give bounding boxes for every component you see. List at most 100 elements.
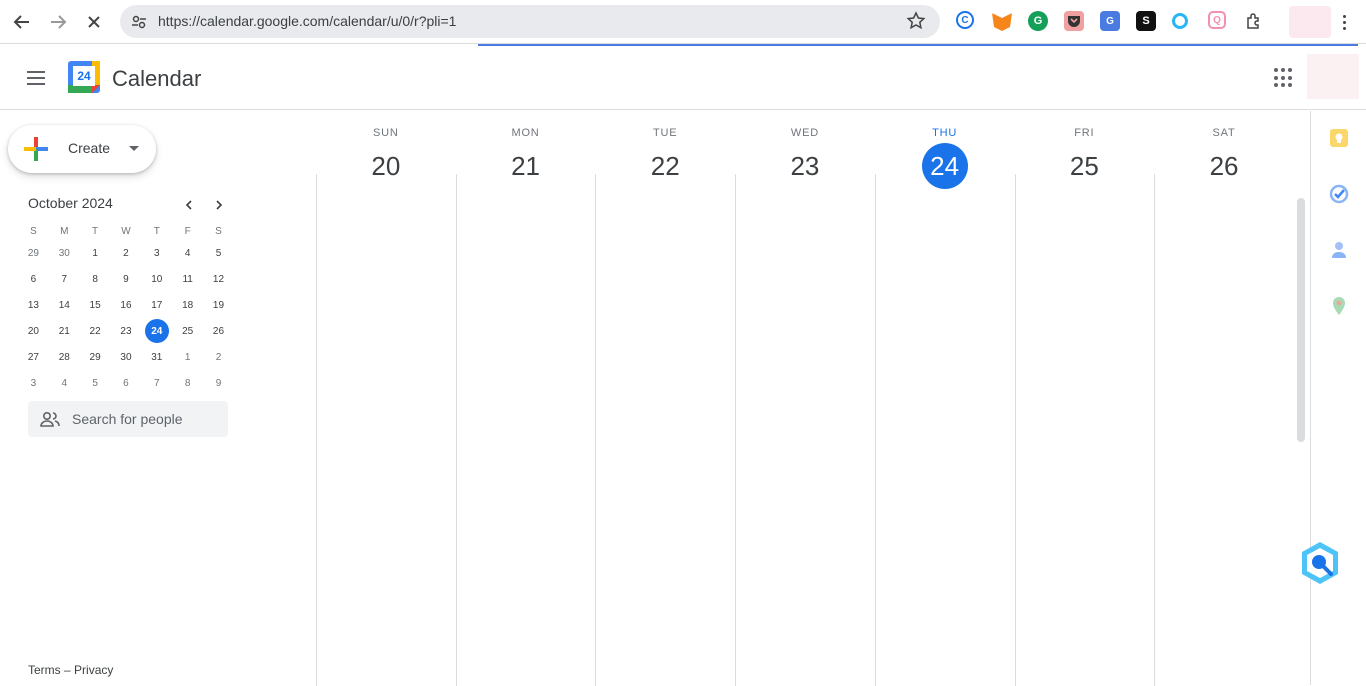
day-date-button[interactable]: 22 <box>642 143 688 189</box>
mini-calendar-day[interactable]: 2 <box>203 344 234 370</box>
day-column-fri[interactable]: FRI 25 <box>1014 111 1155 686</box>
day-name: THU <box>932 127 958 139</box>
mini-calendar-day[interactable]: 29 <box>80 344 111 370</box>
mini-calendar-weekday: F <box>184 225 191 237</box>
day-divider <box>316 174 317 686</box>
mini-calendar-day[interactable]: 2 <box>111 240 142 266</box>
day-name: MON <box>511 127 540 139</box>
privacy-link[interactable]: Privacy <box>74 663 113 677</box>
week-view-scrollbar[interactable] <box>1297 198 1305 442</box>
google-apps-icon[interactable] <box>1274 68 1294 88</box>
mini-calendar-day[interactable]: 5 <box>203 240 234 266</box>
account-avatar[interactable] <box>1307 54 1359 99</box>
calendar-logo[interactable]: 24 <box>68 61 100 93</box>
day-date-button[interactable]: 21 <box>503 143 549 189</box>
day-column-tue[interactable]: TUE 22 <box>595 111 735 686</box>
mini-calendar-day[interactable]: 17 <box>141 292 172 318</box>
mini-calendar-day[interactable]: 29 <box>18 240 49 266</box>
day-date-button[interactable]: 26 <box>1201 143 1247 189</box>
day-date-button[interactable]: 25 <box>1061 143 1107 189</box>
day-date-button[interactable]: 20 <box>363 143 409 189</box>
mini-calendar-day-number: 31 <box>151 351 163 363</box>
mini-calendar-day[interactable]: 3 <box>141 240 172 266</box>
mini-calendar-day[interactable]: 11 <box>172 266 203 292</box>
mini-calendar-day[interactable]: 8 <box>80 266 111 292</box>
mini-calendar-day[interactable]: 9 <box>203 370 234 396</box>
mini-calendar-day[interactable]: 25 <box>172 318 203 344</box>
translate-icon[interactable]: G <box>1100 11 1120 31</box>
maps-icon[interactable] <box>1329 296 1349 316</box>
mini-calendar-day[interactable]: 23 <box>111 318 142 344</box>
extension-c-icon[interactable]: C <box>956 11 974 29</box>
mini-calendar-day[interactable]: 7 <box>141 370 172 396</box>
mini-calendar-weekday: W <box>121 225 131 237</box>
mini-calendar-day[interactable]: 1 <box>172 344 203 370</box>
mini-calendar-day[interactable]: 30 <box>111 344 142 370</box>
mini-calendar-day[interactable]: 12 <box>203 266 234 292</box>
mini-calendar-day[interactable]: 7 <box>49 266 80 292</box>
mini-calendar-day[interactable]: 28 <box>49 344 80 370</box>
people-icon <box>40 411 60 427</box>
mini-calendar-day[interactable]: 31 <box>141 344 172 370</box>
today-date-button[interactable]: 24 <box>921 143 968 189</box>
mini-calendar-day[interactable]: 6 <box>111 370 142 396</box>
mini-calendar-day[interactable]: 13 <box>18 292 49 318</box>
mini-calendar-day[interactable]: 4 <box>172 240 203 266</box>
day-column-sun[interactable]: SUN 20 <box>316 111 456 686</box>
screenshot-extension-icon[interactable]: Q <box>1208 11 1226 29</box>
back-button[interactable] <box>8 8 36 36</box>
mini-calendar-day[interactable]: 21 <box>49 318 80 344</box>
extension-s-icon[interactable]: S <box>1136 11 1156 31</box>
create-button[interactable]: Create <box>8 125 156 173</box>
mini-calendar-day[interactable]: 10 <box>141 266 172 292</box>
day-column-thu[interactable]: THU 24 <box>874 111 1015 686</box>
metamask-fox-icon[interactable] <box>992 13 1012 31</box>
mini-calendar-day[interactable]: 15 <box>80 292 111 318</box>
mini-calendar-prev-button[interactable] <box>177 193 201 217</box>
mini-calendar-day[interactable]: 26 <box>203 318 234 344</box>
main-menu-icon[interactable] <box>24 66 48 90</box>
mini-calendar-day[interactable]: 18 <box>172 292 203 318</box>
day-column-sat[interactable]: SAT 26 <box>1154 111 1294 686</box>
mini-calendar-day[interactable]: 27 <box>18 344 49 370</box>
bookmark-star-icon[interactable] <box>906 11 926 31</box>
mini-calendar-day[interactable]: 1 <box>80 240 111 266</box>
contacts-icon[interactable] <box>1329 240 1349 260</box>
mini-calendar-day[interactable]: 16 <box>111 292 142 318</box>
keep-icon[interactable] <box>1329 128 1349 148</box>
mini-calendar-day[interactable]: 5 <box>80 370 111 396</box>
profile-avatar[interactable] <box>1289 6 1331 38</box>
mini-calendar-next-button[interactable] <box>207 193 231 217</box>
site-settings-icon[interactable] <box>128 11 150 33</box>
mini-calendar-today[interactable]: 24 <box>141 318 172 344</box>
forward-button[interactable] <box>44 8 72 36</box>
browser-menu-icon[interactable] <box>1336 10 1352 34</box>
day-date-button[interactable]: 23 <box>782 143 828 189</box>
search-people-input[interactable]: Search for people <box>28 401 228 437</box>
mini-calendar-day-number: 21 <box>58 325 70 337</box>
mini-calendar-day[interactable]: 4 <box>49 370 80 396</box>
stop-loading-button[interactable] <box>80 8 108 36</box>
mini-calendar-day[interactable]: 3 <box>18 370 49 396</box>
pocket-icon[interactable] <box>1064 11 1084 31</box>
terms-link[interactable]: Terms <box>28 663 61 677</box>
day-column-wed[interactable]: WED 23 <box>735 111 875 686</box>
grammarly-icon[interactable]: G <box>1028 11 1048 31</box>
tasks-icon[interactable] <box>1329 184 1349 204</box>
day-column-mon[interactable]: MON 21 <box>455 111 596 686</box>
mini-calendar-day[interactable]: 6 <box>18 266 49 292</box>
mini-calendar-day[interactable]: 14 <box>49 292 80 318</box>
mini-calendar-day[interactable]: 19 <box>203 292 234 318</box>
mini-calendar-day-number: 22 <box>89 325 101 337</box>
extensions-puzzle-icon[interactable] <box>1244 11 1264 31</box>
lens-extension-icon[interactable] <box>1172 13 1188 29</box>
mini-calendar-day[interactable]: 20 <box>18 318 49 344</box>
address-bar[interactable]: https://calendar.google.com/calendar/u/0… <box>120 5 940 38</box>
url-text[interactable]: https://calendar.google.com/calendar/u/0… <box>158 13 456 29</box>
mini-calendar-day[interactable]: 9 <box>111 266 142 292</box>
lens-floating-icon[interactable] <box>1297 540 1343 586</box>
mini-calendar-day[interactable]: 30 <box>49 240 80 266</box>
mini-calendar-day[interactable]: 22 <box>80 318 111 344</box>
mini-calendar-day-number: 23 <box>120 325 132 337</box>
mini-calendar-day[interactable]: 8 <box>172 370 203 396</box>
